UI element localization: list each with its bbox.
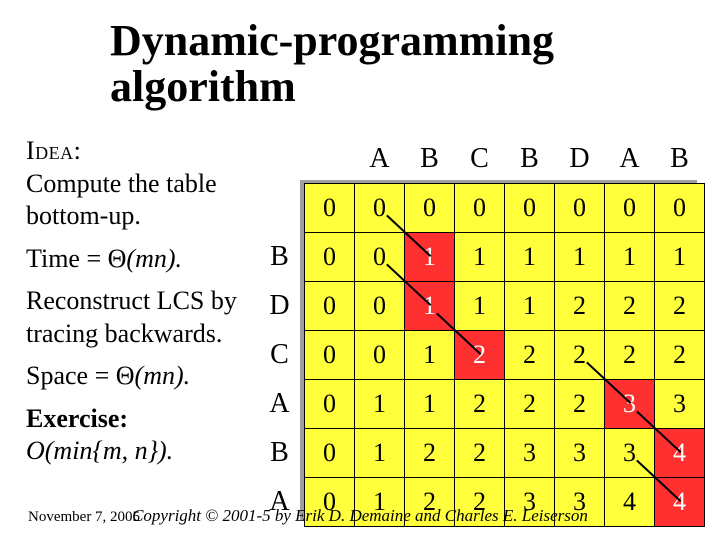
dp-cell-r3-c3: 2 — [455, 331, 505, 380]
dp-cell-r4-c2: 1 — [405, 380, 455, 429]
dp-table-container: ABCBDAB00000000B00111111D00111222C001222… — [255, 135, 705, 527]
dp-cell-r4-c6: 3 — [605, 380, 655, 429]
theta-symbol-2: Θ — [116, 361, 135, 390]
footer-copyright: Copyright © 2001-5 by Erik D. Demaine an… — [0, 506, 720, 526]
dp-cell-r3-c1: 0 — [355, 331, 405, 380]
time-prefix: Time = — [26, 244, 108, 273]
dp-cell-r5-c1: 1 — [355, 429, 405, 478]
dp-cell-r2-c2: 1 — [405, 282, 455, 331]
col-header-B: B — [505, 135, 555, 184]
exercise-pre: O(min{ — [26, 436, 103, 465]
dp-cell-r4-c7: 3 — [655, 380, 705, 429]
dp-cell-r3-c5: 2 — [555, 331, 605, 380]
dp-cell-r4-c5: 2 — [555, 380, 605, 429]
exercise-label: Exercise: — [26, 404, 128, 433]
dp-cell-r2-c6: 2 — [605, 282, 655, 331]
body-text-block: Idea: Compute the table bottom-up. Time … — [26, 135, 246, 478]
dp-cell-r0-c2: 0 — [405, 184, 455, 233]
title-line-1: Dynamic-programming — [110, 16, 554, 65]
slide-title: Dynamic-programming algorithm — [110, 18, 554, 110]
dp-cell-r2-c0: 0 — [305, 282, 355, 331]
dp-cell-r3-c2: 1 — [405, 331, 455, 380]
dp-cell-r5-c3: 2 — [455, 429, 505, 478]
row-header-A: A — [255, 380, 305, 429]
dp-cell-r2-c5: 2 — [555, 282, 605, 331]
dp-cell-r0-c7: 0 — [655, 184, 705, 233]
time-line: Time = Θ(mn). — [26, 243, 246, 276]
theta-symbol: Θ — [108, 244, 127, 273]
dp-cell-r0-c5: 0 — [555, 184, 605, 233]
dp-cell-r0-c4: 0 — [505, 184, 555, 233]
dp-cell-r5-c7: 4 — [655, 429, 705, 478]
dp-cell-r2-c1: 0 — [355, 282, 405, 331]
row-header-B: B — [255, 233, 305, 282]
row-header-D: D — [255, 282, 305, 331]
col-header-D: D — [555, 135, 605, 184]
dp-cell-r1-c0: 0 — [305, 233, 355, 282]
space-line: Space = Θ(mn). — [26, 360, 246, 393]
dp-cell-r5-c5: 3 — [555, 429, 605, 478]
col-header-A: A — [355, 135, 405, 184]
dp-cell-r3-c4: 2 — [505, 331, 555, 380]
dp-cell-r2-c3: 1 — [455, 282, 505, 331]
dp-cell-r2-c7: 2 — [655, 282, 705, 331]
dp-cell-r5-c2: 2 — [405, 429, 455, 478]
exercise-mn: m, n — [103, 436, 148, 465]
reconstruct-para: Reconstruct LCS by tracing backwards. — [26, 285, 246, 350]
header-corner-blank — [255, 135, 305, 184]
dp-cell-r0-c3: 0 — [455, 184, 505, 233]
dp-cell-r0-c1: 0 — [355, 184, 405, 233]
dp-cell-r3-c6: 2 — [605, 331, 655, 380]
dp-cell-r5-c6: 3 — [605, 429, 655, 478]
dp-cell-r4-c4: 2 — [505, 380, 555, 429]
idea-heading: Idea: — [26, 136, 81, 165]
dp-cell-r1-c1: 0 — [355, 233, 405, 282]
dp-cell-r4-c0: 0 — [305, 380, 355, 429]
dp-cell-r1-c6: 1 — [605, 233, 655, 282]
dp-cell-r1-c4: 1 — [505, 233, 555, 282]
col-header-A: A — [605, 135, 655, 184]
dp-cell-r0-c0: 0 — [305, 184, 355, 233]
col-header-C: C — [455, 135, 505, 184]
exercise-post: }). — [148, 436, 174, 465]
col-header-B: B — [655, 135, 705, 184]
row-header-blank — [255, 184, 305, 233]
dp-cell-r4-c3: 2 — [455, 380, 505, 429]
space-mn: (mn). — [135, 361, 191, 390]
time-mn: (mn). — [126, 244, 182, 273]
dp-cell-r3-c7: 2 — [655, 331, 705, 380]
row-header-C: C — [255, 331, 305, 380]
title-line-2: algorithm — [110, 62, 296, 111]
dp-cell-r2-c4: 1 — [505, 282, 555, 331]
space-prefix: Space = — [26, 361, 116, 390]
dp-cell-r1-c3: 1 — [455, 233, 505, 282]
dp-cell-r1-c5: 1 — [555, 233, 605, 282]
dp-cell-r4-c1: 1 — [355, 380, 405, 429]
dp-cell-r5-c0: 0 — [305, 429, 355, 478]
dp-cell-r1-c2: 1 — [405, 233, 455, 282]
compute-para: Compute the table bottom-up. — [26, 169, 217, 231]
col-header-B: B — [405, 135, 455, 184]
dp-cell-r0-c6: 0 — [605, 184, 655, 233]
exercise-line: Exercise: O(min{m, n}). — [26, 403, 246, 468]
dp-cell-r1-c7: 1 — [655, 233, 705, 282]
dp-cell-r5-c4: 3 — [505, 429, 555, 478]
dp-cell-r3-c0: 0 — [305, 331, 355, 380]
col-header-blank — [305, 135, 355, 184]
dp-table: ABCBDAB00000000B00111111D00111222C001222… — [255, 135, 705, 527]
row-header-B: B — [255, 429, 305, 478]
